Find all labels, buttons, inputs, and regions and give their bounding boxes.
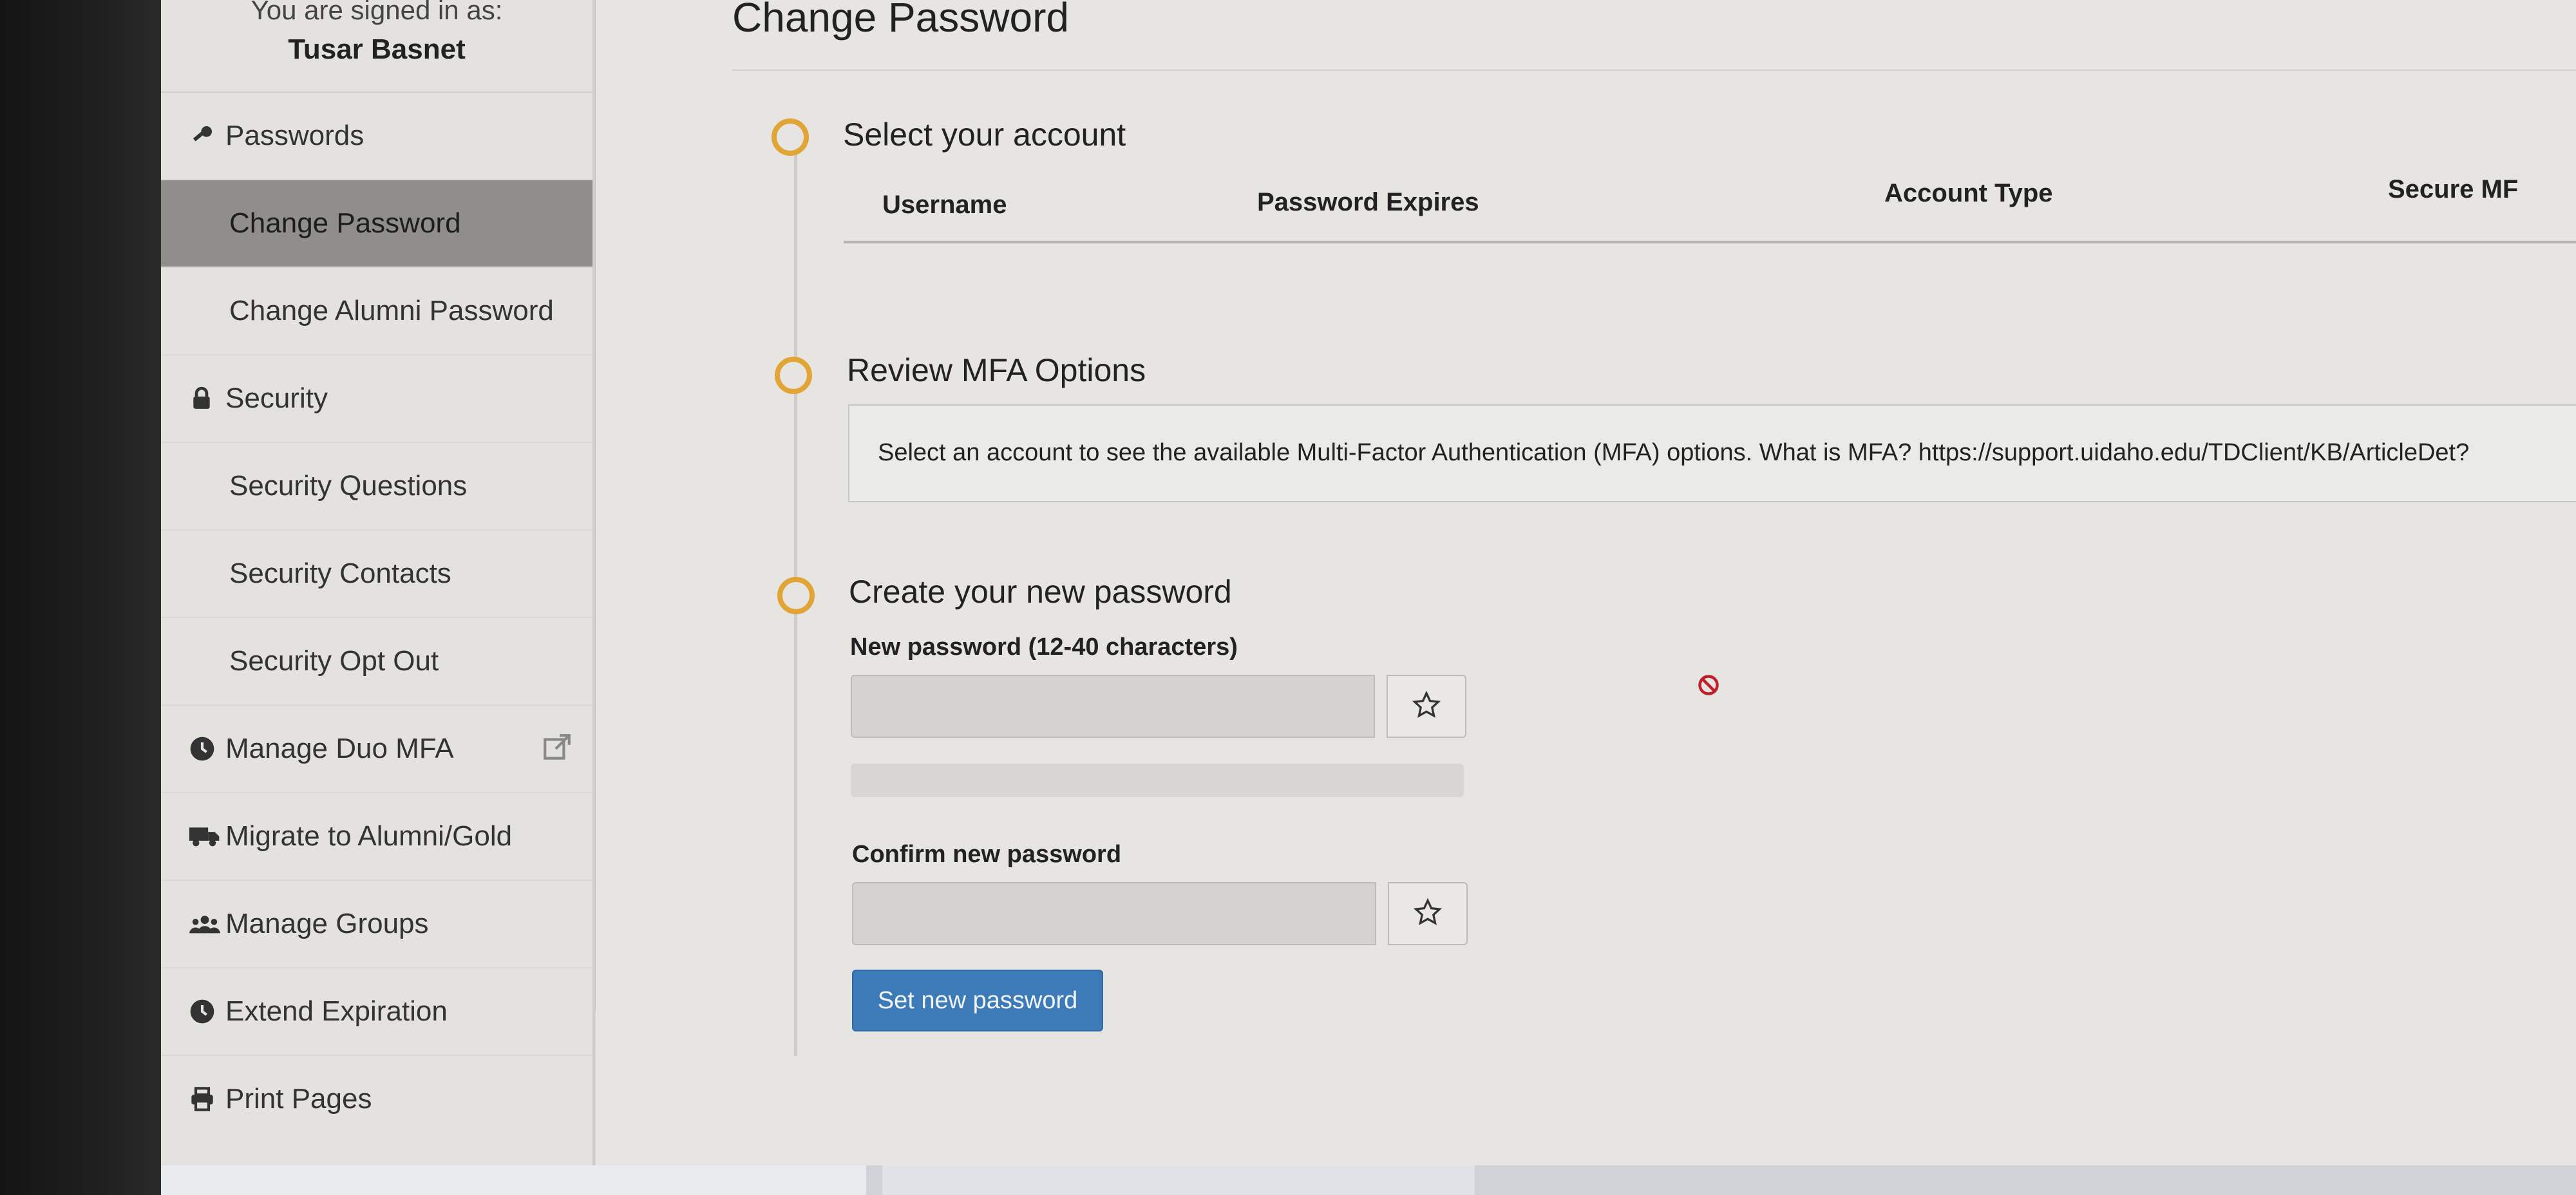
- sidebar-item-security-opt-out[interactable]: Security Opt Out: [161, 618, 592, 706]
- sidebar-item-label: Change Password: [229, 207, 461, 239]
- signed-in-label: You are signed in as:: [251, 0, 503, 25]
- mfa-info-box: Select an account to see the available M…: [848, 404, 2576, 502]
- signed-in-block: You are signed in as: Tusar Basnet: [161, 0, 592, 93]
- password-strength-bar: [851, 764, 1464, 797]
- sidebar-item-passwords[interactable]: Passwords: [161, 93, 592, 180]
- taskbar-search[interactable]: [161, 1165, 866, 1195]
- step-indicator: [777, 577, 815, 614]
- external-link-icon: [541, 731, 573, 764]
- step-title-create-password: Create your new password: [849, 574, 1232, 610]
- user-name: Tusar Basnet: [288, 33, 466, 65]
- sidebar-item-label: Security Questions: [229, 470, 468, 502]
- sidebar-item-label: Migrate to Alumni/Gold: [225, 820, 513, 852]
- sidebar-item-label: Security: [225, 382, 328, 414]
- sidebar-item-label: Extend Expiration: [225, 995, 448, 1027]
- sidebar-item-security-questions[interactable]: Security Questions: [161, 443, 592, 531]
- clock-icon: [189, 999, 225, 1024]
- set-new-password-button[interactable]: Set new password: [852, 970, 1103, 1031]
- lock-icon: [189, 386, 225, 411]
- confirm-password-label: Confirm new password: [852, 841, 1122, 868]
- truck-icon: [189, 825, 225, 848]
- not-allowed-cursor-icon: [1697, 673, 1720, 697]
- clock-icon: [189, 736, 225, 762]
- sidebar-item-print-pages[interactable]: Print Pages: [161, 1056, 592, 1142]
- sidebar-item-label: Security Opt Out: [229, 645, 439, 677]
- star-icon: [1413, 898, 1443, 930]
- column-secure-mfa[interactable]: Secure MF: [2388, 175, 2518, 204]
- new-password-input[interactable]: [851, 675, 1375, 738]
- page-title: Change Password: [732, 0, 1069, 41]
- sidebar-item-change-password[interactable]: Change Password: [161, 180, 592, 268]
- users-icon: [189, 912, 225, 936]
- column-username[interactable]: Username: [882, 191, 1007, 220]
- account-table-header: Username Password Expires Account Type S…: [844, 174, 2576, 243]
- sidebar: You are signed in as: Tusar Basnet Passw…: [161, 0, 607, 1165]
- sidebar-item-label: Manage Groups: [225, 908, 429, 939]
- sidebar-item-label: Passwords: [225, 120, 365, 151]
- column-password-expires[interactable]: Password Expires: [1257, 188, 1479, 217]
- generate-password-button[interactable]: [1387, 675, 1466, 738]
- sidebar-item-security-contacts[interactable]: Security Contacts: [161, 531, 592, 618]
- print-icon: [189, 1086, 225, 1112]
- step-indicator: [775, 357, 812, 394]
- sidebar-item-label: Security Contacts: [229, 558, 451, 589]
- sidebar-item-manage-duo-mfa[interactable]: Manage Duo MFA: [161, 706, 592, 793]
- sidebar-item-security[interactable]: Security: [161, 355, 592, 443]
- new-password-label: New password (12-40 characters): [850, 634, 1238, 661]
- sidebar-item-label: Manage Duo MFA: [225, 733, 454, 764]
- taskbar: [161, 1165, 2576, 1195]
- step-title-review-mfa: Review MFA Options: [847, 352, 1146, 388]
- main-content: Change Password Select your account User…: [596, 0, 2576, 1165]
- column-account-type[interactable]: Account Type: [1884, 179, 2053, 208]
- taskbar-apps[interactable]: [882, 1165, 1475, 1195]
- mfa-message: Select an account to see the available M…: [878, 439, 2470, 466]
- confirm-generate-button[interactable]: [1388, 882, 1468, 945]
- key-icon: [189, 123, 225, 149]
- sidebar-item-change-alumni-password[interactable]: Change Alumni Password: [161, 268, 592, 355]
- title-divider: [732, 70, 2576, 71]
- step-indicator: [772, 118, 809, 156]
- step-title-select-account: Select your account: [843, 117, 1126, 153]
- sidebar-item-label: Print Pages: [225, 1083, 372, 1115]
- monitor-bezel: [0, 0, 161, 1195]
- sidebar-item-manage-groups[interactable]: Manage Groups: [161, 881, 592, 968]
- sidebar-item-migrate-alumni[interactable]: Migrate to Alumni/Gold: [161, 793, 592, 881]
- sidebar-item-label: Change Alumni Password: [229, 295, 554, 326]
- confirm-password-input[interactable]: [852, 882, 1376, 945]
- sidebar-item-extend-expiration[interactable]: Extend Expiration: [161, 968, 592, 1056]
- star-icon: [1412, 690, 1441, 722]
